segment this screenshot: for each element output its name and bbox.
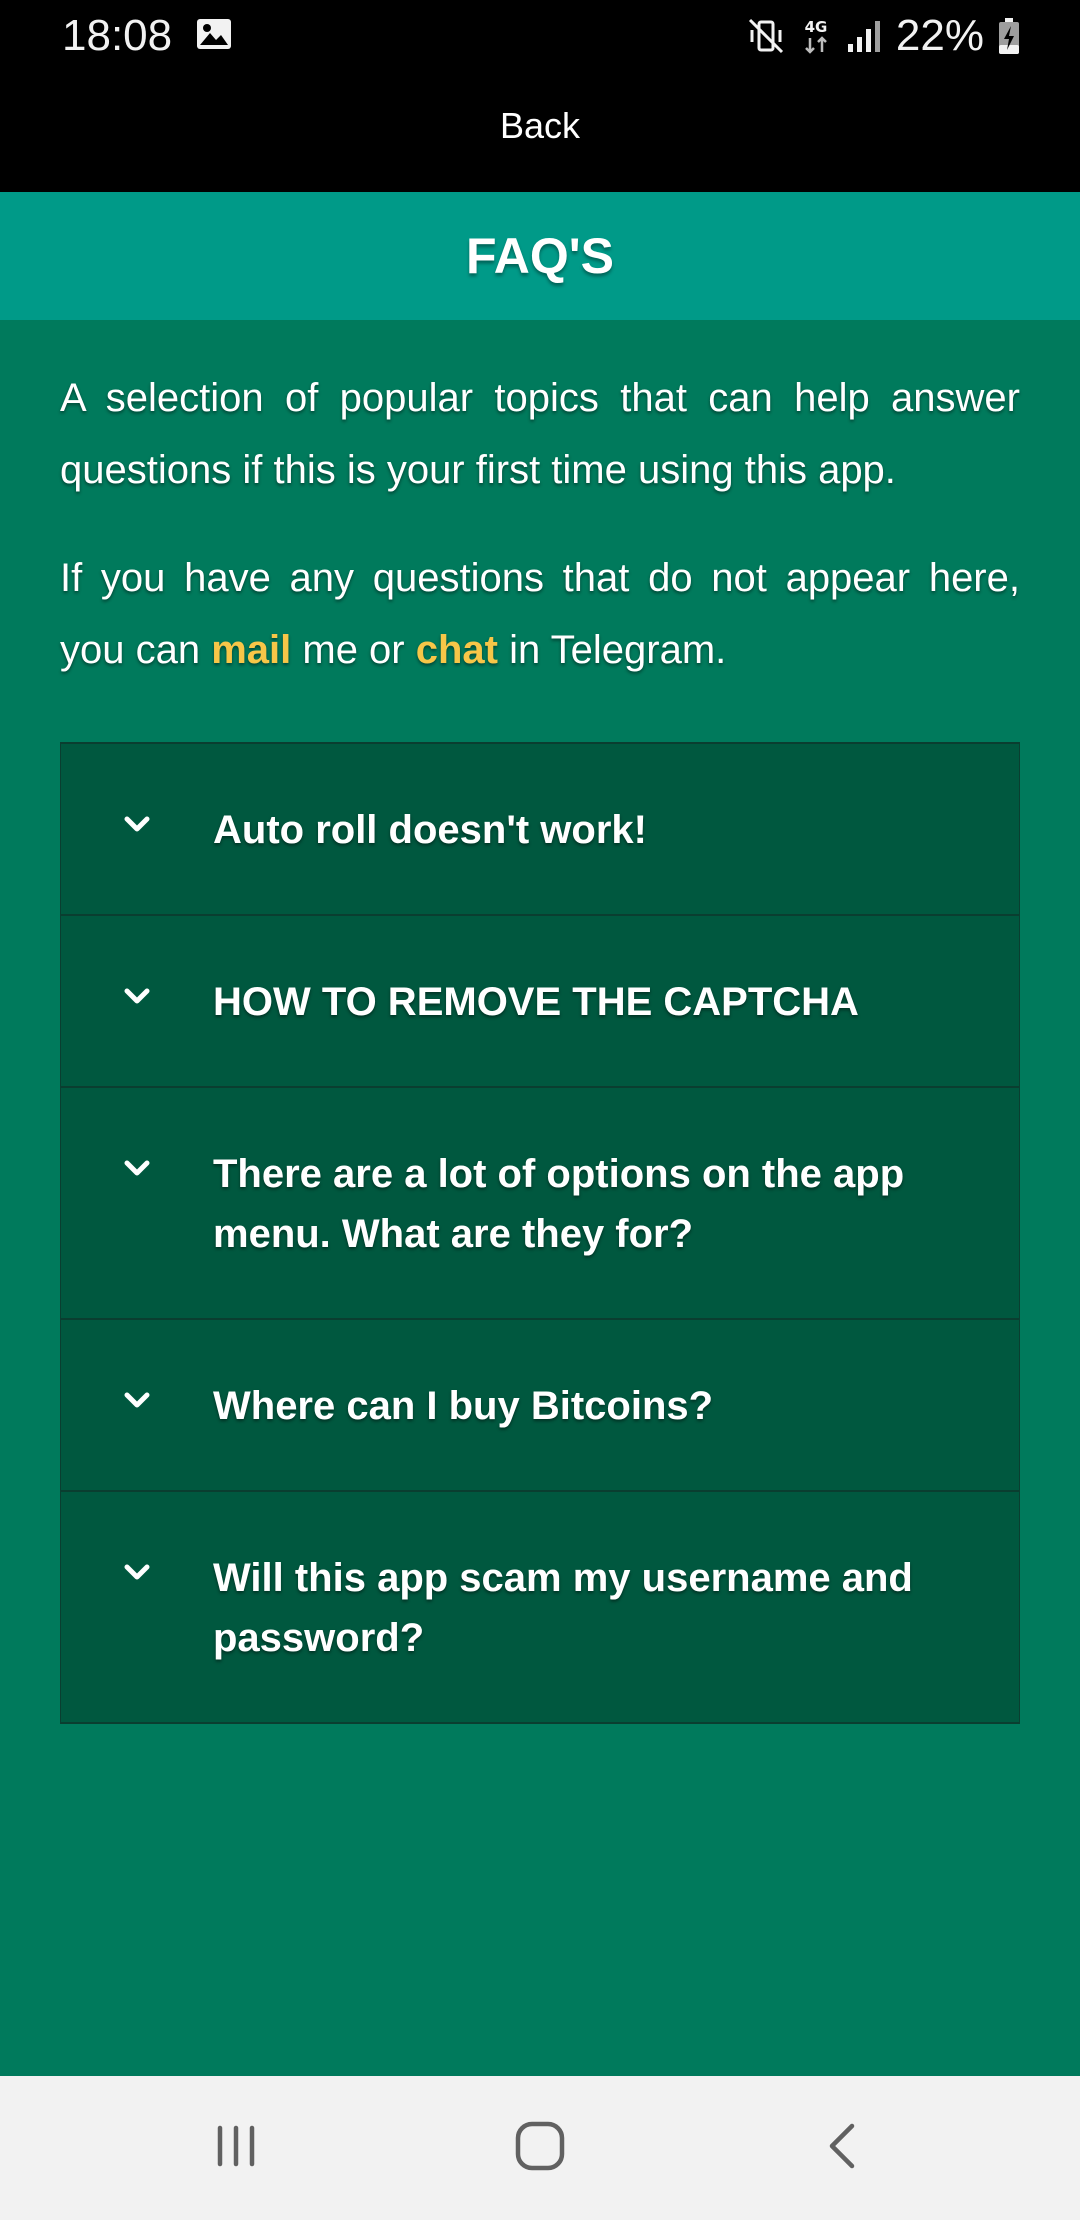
system-nav-bar	[0, 2076, 1080, 2220]
battery-charging-icon	[998, 17, 1020, 55]
chevron-down-icon	[61, 972, 213, 1012]
image-icon	[196, 18, 232, 50]
4g-data-icon: 4G	[800, 16, 832, 56]
back-icon	[822, 2120, 862, 2177]
contact-text-middle: me or	[291, 628, 416, 672]
faq-question: Where can I buy Bitcoins?	[213, 1384, 714, 1428]
faq-item-scam[interactable]: Will this app scam my username and passw…	[60, 1492, 1020, 1724]
faq-item-menu-options[interactable]: There are a lot of options on the app me…	[60, 1088, 1020, 1320]
faq-question: HOW TO REMOVE THE CAPTCHA	[213, 980, 859, 1024]
home-icon	[514, 2120, 566, 2177]
back-bar: Back	[0, 72, 1080, 192]
faq-content: A selection of popular topics that can h…	[60, 320, 1020, 1724]
faq-list: Auto roll doesn't work! HOW TO REMOVE TH…	[60, 742, 1020, 1724]
intro-paragraph: A selection of popular topics that can h…	[60, 376, 1020, 492]
faq-item-remove-captcha[interactable]: HOW TO REMOVE THE CAPTCHA	[60, 916, 1020, 1088]
faq-item-auto-roll[interactable]: Auto roll doesn't work!	[60, 744, 1020, 916]
recent-apps-button[interactable]	[136, 2076, 336, 2220]
chat-link[interactable]: chat	[416, 628, 498, 672]
battery-percent: 22%	[895, 11, 984, 60]
chevron-down-icon	[61, 1376, 213, 1416]
network-type-label: 4G	[805, 18, 828, 36]
page-title: FAQ'S	[465, 228, 615, 284]
recent-apps-icon	[212, 2122, 260, 2175]
faq-question: Auto roll doesn't work!	[213, 808, 647, 852]
contact-paragraph: If you have any questions that do not ap…	[60, 542, 1020, 686]
mute-vibrate-icon	[746, 16, 786, 56]
contact-text-end: in Telegram.	[498, 628, 727, 672]
faq-question: Will this app scam my username and passw…	[213, 1556, 913, 1660]
faq-question: There are a lot of options on the app me…	[213, 1152, 905, 1256]
home-button[interactable]	[440, 2076, 640, 2220]
status-indicators: 4G 22%	[746, 10, 1020, 62]
status-bar: 18:08 4G 22%	[0, 0, 1080, 72]
back-button[interactable]: Back	[0, 72, 1080, 180]
signal-icon	[846, 18, 882, 54]
mail-link[interactable]: mail	[211, 628, 291, 672]
faq-item-buy-bitcoins[interactable]: Where can I buy Bitcoins?	[60, 1320, 1020, 1492]
chevron-down-icon	[61, 1144, 213, 1184]
chevron-down-icon	[61, 800, 213, 840]
system-back-button[interactable]	[742, 2076, 942, 2220]
title-bar: FAQ'S	[0, 192, 1080, 320]
status-time: 18:08	[62, 11, 173, 60]
chevron-down-icon	[61, 1548, 213, 1588]
